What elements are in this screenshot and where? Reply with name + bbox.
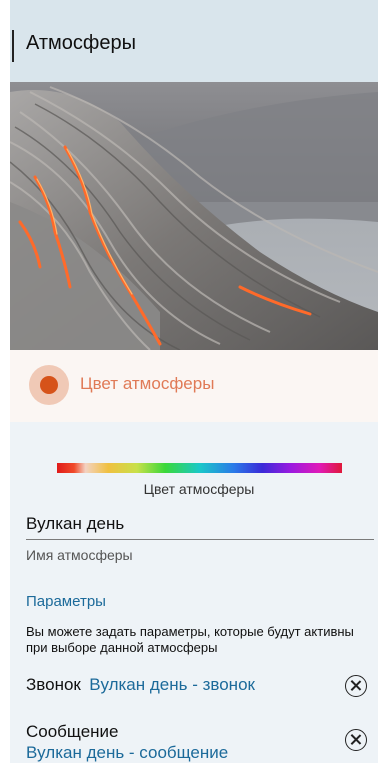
header: Атмосферы: [10, 0, 378, 82]
name-input-underline: [26, 539, 374, 540]
atmosphere-editor: Атмосферы Цвет атмосферы Цвет атмосферы …: [10, 0, 378, 763]
left-margin: [0, 0, 10, 763]
parameter-row-message[interactable]: Сообщение Вулкан день - сообщение: [26, 722, 378, 763]
color-swatch-fill: [40, 376, 58, 394]
page-title: Атмосферы: [26, 32, 137, 54]
parameters-description: Вы можете задать параметры, которые буду…: [26, 624, 354, 655]
parameter-row-call[interactable]: Звонок Вулкан день - звонок: [26, 675, 378, 697]
parameter-label: Сообщение: [26, 722, 119, 741]
atmosphere-name-input[interactable]: Вулкан день: [26, 514, 124, 534]
header-marker: [12, 30, 14, 62]
screen: Атмосферы Цвет атмосферы Цвет атмосферы …: [0, 0, 378, 763]
volcano-lava-image: [10, 82, 378, 350]
parameter-value[interactable]: Вулкан день - сообщение: [26, 743, 378, 763]
parameter-value[interactable]: Вулкан день - звонок: [89, 675, 255, 694]
color-selector-label: Цвет атмосферы: [80, 374, 215, 393]
atmosphere-color-selector[interactable]: Цвет атмосферы: [10, 350, 378, 422]
close-circle-icon[interactable]: [345, 675, 367, 697]
parameter-label: Звонок: [26, 675, 81, 694]
name-input-hint: Имя атмосферы: [26, 547, 133, 563]
close-circle-icon[interactable]: [345, 729, 367, 751]
parameters-heading: Параметры: [26, 593, 106, 610]
color-swatch[interactable]: [29, 365, 69, 405]
color-spectrum-slider[interactable]: [57, 463, 342, 473]
color-spectrum-label: Цвет атмосферы: [143, 481, 255, 497]
